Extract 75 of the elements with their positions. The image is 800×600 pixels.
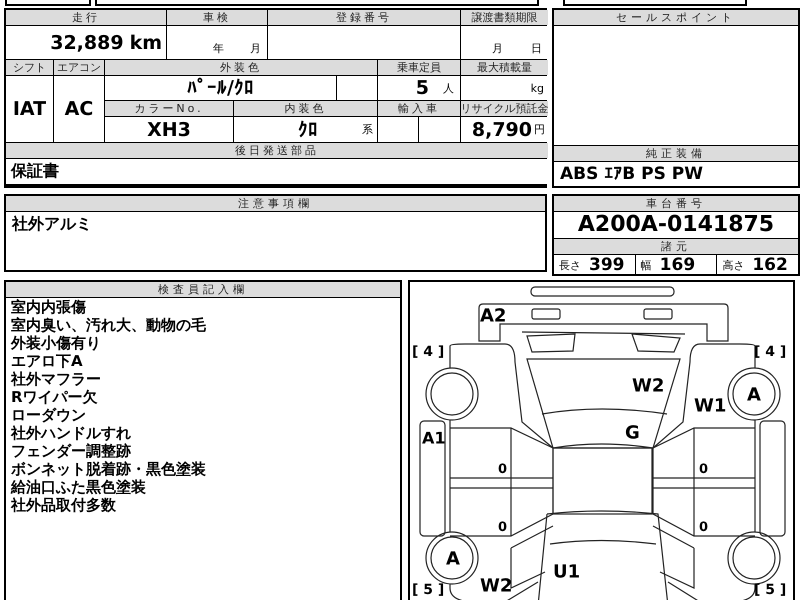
damage-code: [ 5 ] (754, 582, 786, 598)
column-header: 登録番号 (268, 10, 460, 25)
damage-code: 0 (498, 462, 508, 478)
inspection-note: Rワイパー欠 (10, 388, 99, 406)
column-header: 外装色 (105, 60, 377, 75)
inspection-note: 外装小傷有り (10, 334, 102, 352)
damage-code: A1 (422, 428, 446, 448)
section-header: 車台番号 (554, 196, 798, 212)
shift-value: IAT (12, 98, 46, 120)
damage-code: A (446, 548, 460, 570)
yen-unit: 円 (534, 122, 545, 137)
spec-value: 169 (660, 255, 696, 275)
spec-value: 399 (589, 255, 624, 275)
inspection-note: フェンダー調整跡 (10, 442, 132, 460)
column-header: エアコン (54, 60, 104, 75)
mileage-unit: km (130, 32, 162, 54)
exterior-color-value: ﾊﾟｰﾙ/ｸﾛ (187, 77, 254, 99)
damage-code: A2 (480, 305, 506, 326)
mileage-value: 32,889 (50, 32, 124, 54)
inspection-note: 室内臭い、汚れ大、動物の毛 (10, 316, 207, 334)
chassis-number: A200A-0141875 (576, 212, 776, 238)
month-unit: 月 (492, 41, 503, 56)
column-header: カラーNo. (105, 101, 233, 116)
interior-color-suffix: 系 (362, 122, 373, 137)
column-header: リサイクル預託金 (461, 101, 548, 116)
capacity-unit: 人 (443, 80, 454, 96)
column-header: 車検 (167, 10, 267, 25)
damage-code: W1 (694, 395, 726, 416)
later-parts-value: 保証書 (11, 161, 59, 182)
inspection-note: 社外ハンドルすれ (10, 424, 132, 442)
inspection-note: 社外品取付多数 (10, 496, 117, 514)
column-header: 走行 (6, 10, 166, 25)
recycle-fee-value: 8,790 (472, 118, 532, 140)
day-unit: 日 (531, 41, 542, 56)
year-unit: 年 (213, 41, 224, 56)
capacity-value: 5 (416, 77, 429, 99)
inspection-note: ボンネット脱着跡・黒色塗装 (10, 460, 207, 478)
inspection-note: エアロ下A (10, 352, 84, 370)
inspection-note: ローダウン (10, 406, 87, 424)
inspection-note: 給油口ふた黒色塗装 (10, 478, 147, 496)
aircon-value: AC (64, 98, 94, 120)
inspection-note: 社外マフラー (10, 370, 102, 388)
spec-label: 幅 (640, 258, 652, 272)
damage-code: 0 (699, 462, 708, 478)
damage-code: W2 (480, 575, 512, 596)
section-header: セールスポイント (554, 10, 798, 26)
section-header: 検査員記入欄 (6, 282, 400, 298)
spec-label: 長さ (559, 258, 581, 272)
inspection-note: 室内内張傷 (10, 298, 87, 316)
section-header: 後日発送部品 (6, 143, 548, 158)
damage-code: W2 (632, 375, 664, 396)
damage-code: [ 5 ] (412, 582, 444, 598)
damage-code: 0 (498, 520, 508, 536)
column-header: 輸入車 (378, 101, 460, 116)
column-header: 譲渡書類期限 (461, 10, 548, 25)
equipment-value: ABS ｴｱB PS PW (559, 163, 704, 186)
damage-code: U1 (553, 561, 580, 582)
interior-color-value: ｸﾛ (298, 118, 318, 140)
section-header: 純正装備 (554, 145, 798, 162)
column-header: 乗車定員 (378, 60, 460, 75)
spec-label: 高さ (722, 258, 744, 272)
damage-code: G (625, 422, 640, 444)
spec-value: 162 (752, 255, 788, 275)
color-number-value: XH3 (147, 118, 191, 140)
column-header: 内装色 (234, 101, 377, 116)
section-header: 注意事項欄 (6, 196, 545, 212)
damage-code: [ 4 ] (412, 344, 444, 360)
notes-value: 社外アルミ (10, 213, 93, 235)
column-header: シフト (6, 60, 53, 75)
column-header: 最大積載量 (461, 60, 548, 75)
month-unit: 月 (250, 41, 261, 56)
load-unit: kg (530, 82, 544, 94)
damage-code: 0 (699, 520, 708, 536)
section-header: 諸元 (554, 238, 798, 255)
damage-code: A (747, 384, 761, 406)
